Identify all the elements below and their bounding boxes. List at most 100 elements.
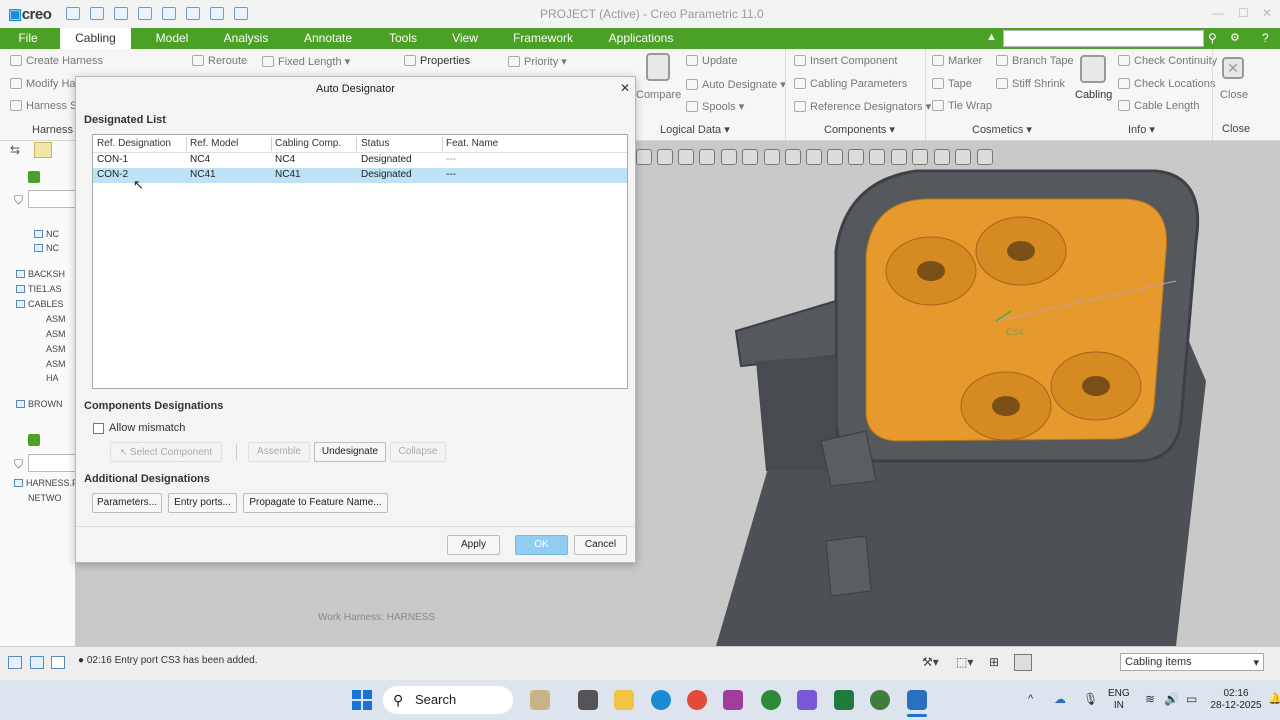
new-file-icon[interactable]	[66, 7, 80, 20]
edge-icon[interactable]	[651, 690, 671, 710]
regenerate-icon[interactable]	[186, 7, 200, 20]
cancel-button[interactable]: Cancel	[574, 535, 627, 555]
onedrive-icon[interactable]: ☁	[1054, 692, 1066, 706]
reroute-button[interactable]: Reroute	[192, 55, 247, 67]
language-indicator[interactable]: ENG IN	[1108, 688, 1130, 712]
tie-wrap-button[interactable]: Tie Wrap	[932, 100, 992, 112]
model-tree-icon[interactable]: ⇆	[10, 143, 20, 157]
creo-window-icon[interactable]	[907, 690, 927, 710]
properties-button[interactable]: Properties	[404, 55, 470, 67]
dialog-close-icon[interactable]: ✕	[620, 81, 630, 95]
tape-button[interactable]: Tape	[932, 78, 972, 90]
selection-filter-dropdown[interactable]: Cabling items ▾	[1120, 653, 1264, 671]
xbox-icon[interactable]	[761, 690, 781, 710]
repaint-icon[interactable]	[699, 149, 715, 165]
annotation-display-icon[interactable]	[806, 149, 822, 165]
table-row[interactable]: CON-1 NC4 NC4 Designated ---	[93, 153, 627, 168]
wire-icon[interactable]	[955, 149, 971, 165]
cable-length-button[interactable]: Cable Length	[1118, 100, 1199, 112]
clock[interactable]: 02:16 28-12-2025	[1208, 688, 1264, 712]
tab-file[interactable]: File	[0, 28, 56, 49]
notifications-icon[interactable]: 🔔	[1268, 692, 1280, 705]
compare-button[interactable]: Compare	[636, 89, 681, 101]
undo-icon[interactable]	[138, 7, 152, 20]
settings-icon[interactable]: ⚙	[1230, 31, 1240, 44]
open-file-icon[interactable]	[90, 7, 104, 20]
wifi-icon[interactable]: ≋	[1145, 692, 1155, 706]
allow-mismatch-checkbox[interactable]	[93, 423, 104, 434]
group-logical-data[interactable]: Logical Data ▾	[660, 123, 730, 136]
help-icon[interactable]: ?	[1262, 31, 1269, 45]
app-icon[interactable]	[723, 690, 743, 710]
cabling-parameters-button[interactable]: Cabling Parameters	[794, 78, 907, 90]
tree-item[interactable]: ASM	[46, 314, 66, 324]
saved-views-icon[interactable]	[742, 149, 758, 165]
group-cosmetics[interactable]: Cosmetics ▾	[972, 123, 1032, 136]
designated-list-table[interactable]: Ref. Designation Ref. Model Cabling Comp…	[92, 134, 628, 389]
zoom-in-icon[interactable]	[636, 149, 652, 165]
show-icon[interactable]	[28, 171, 40, 183]
auto-designate-button[interactable]: Auto Designate ▾	[686, 78, 786, 91]
show-icon[interactable]	[28, 434, 40, 446]
copilot-icon[interactable]	[797, 690, 817, 710]
tree-search-input[interactable]	[28, 190, 76, 208]
folder-icon[interactable]	[34, 142, 52, 158]
branch-tape-button[interactable]: Branch Tape	[996, 55, 1074, 67]
collapse-button[interactable]: Collapse	[390, 442, 446, 462]
tab-tools[interactable]: Tools	[378, 28, 428, 49]
pause-icon[interactable]	[891, 149, 907, 165]
close-window-icon[interactable]	[234, 7, 248, 20]
tree-item[interactable]: ASM	[46, 344, 66, 354]
tab-applications[interactable]: Applications	[600, 28, 682, 49]
tree-search-input[interactable]	[28, 454, 76, 472]
entry-ports-button[interactable]: Entry ports...	[168, 493, 237, 513]
refit-icon[interactable]	[678, 149, 694, 165]
browser-icon[interactable]	[30, 656, 44, 669]
tree-item[interactable]: ASM	[46, 329, 66, 339]
modify-harness-button[interactable]: Modify Har	[10, 78, 79, 90]
task-view-icon[interactable]	[578, 690, 598, 710]
spools-button[interactable]: Spools ▾	[686, 100, 744, 113]
layer-icon[interactable]	[977, 149, 993, 165]
column-header-cabling-comp[interactable]: Cabling Comp.	[275, 138, 341, 149]
thickness-icon[interactable]	[912, 149, 928, 165]
microphone-icon[interactable]: 🎙	[1083, 692, 1098, 706]
file-explorer-icon[interactable]	[614, 690, 634, 710]
tree-item[interactable]: HARNESS.PR	[14, 478, 85, 488]
column-header-ref-model[interactable]: Ref. Model	[190, 138, 238, 149]
datum-display-icon[interactable]	[785, 149, 801, 165]
tab-framework[interactable]: Framework	[505, 28, 581, 49]
chrome-icon[interactable]	[687, 690, 707, 710]
check-locations-button[interactable]: Check Locations	[1118, 78, 1215, 90]
assemble-button[interactable]: Assemble	[248, 442, 310, 462]
volume-icon[interactable]: 🔊	[1164, 692, 1179, 706]
ok-button[interactable]: OK	[515, 535, 568, 555]
search-icon[interactable]: ⚲	[1208, 31, 1217, 45]
apply-button[interactable]: Apply	[447, 535, 500, 555]
tab-view[interactable]: View	[440, 28, 490, 49]
column-header-ref-designation[interactable]: Ref. Designation	[97, 138, 171, 149]
navigator-icon[interactable]	[8, 656, 22, 669]
tab-analysis[interactable]: Analysis	[213, 28, 279, 49]
tab-cabling[interactable]: Cabling	[60, 28, 131, 49]
windows-icon[interactable]	[210, 7, 224, 20]
tree-item[interactable]: HA	[46, 373, 59, 383]
windows-start-icon[interactable]	[352, 690, 372, 710]
cabling-button[interactable]: Cabling	[1075, 89, 1112, 101]
redo-icon[interactable]	[162, 7, 176, 20]
smart-select-icon[interactable]: ⚒▾	[922, 655, 939, 669]
reference-designators-button[interactable]: Reference Designators ▾	[794, 100, 931, 113]
command-search-input[interactable]	[1003, 30, 1204, 47]
widgets-icon[interactable]	[530, 690, 550, 710]
stiff-shrink-button[interactable]: Stiff Shrink	[996, 78, 1065, 90]
marker-button[interactable]: Marker	[932, 55, 982, 67]
excel-icon[interactable]	[834, 690, 854, 710]
group-components[interactable]: Components ▾	[824, 123, 895, 136]
fixed-length-button[interactable]: Fixed Length ▾	[262, 55, 350, 68]
check-continuity-button[interactable]: Check Continuity	[1118, 55, 1217, 67]
undesignate-button[interactable]: Undesignate	[314, 442, 386, 462]
view-manager-icon[interactable]	[721, 149, 737, 165]
taskbar-search[interactable]: ⚲ Search	[383, 686, 513, 714]
group-info[interactable]: Info ▾	[1128, 123, 1155, 136]
regen-icon[interactable]: ⊞	[989, 655, 999, 669]
